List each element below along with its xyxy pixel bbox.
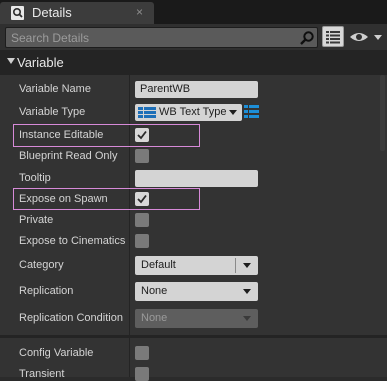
eye-icon[interactable] (349, 28, 383, 46)
variable-type-dropdown[interactable]: WB Text Type (135, 104, 242, 121)
variable-type-value: WB Text Type (159, 106, 227, 118)
checkmark-icon (137, 194, 147, 204)
category-dropdown[interactable]: Default (135, 256, 258, 275)
expand-arrow-icon (7, 58, 15, 64)
label-replication: Replication (19, 285, 74, 297)
label-blueprint-read-only: Blueprint Read Only (19, 150, 118, 162)
blueprint-read-only-checkbox[interactable] (135, 149, 149, 163)
expose-on-spawn-checkbox[interactable] (135, 192, 149, 206)
expose-to-cinematics-checkbox[interactable] (135, 234, 149, 248)
search-input[interactable]: Search Details (5, 27, 318, 48)
tab-bar: Details × (0, 0, 387, 24)
category-header-variable[interactable]: Variable (0, 50, 387, 75)
combo-separator (235, 258, 236, 273)
replication-condition-dropdown: None (135, 309, 258, 328)
label-expose-on-spawn: Expose on Spawn (19, 193, 108, 205)
config-variable-checkbox[interactable] (135, 346, 149, 360)
category-title: Variable (17, 55, 64, 70)
label-private: Private (19, 214, 54, 226)
chevron-down-icon (243, 289, 251, 294)
scrollbar[interactable] (380, 75, 385, 151)
tab-title: Details (32, 5, 72, 20)
close-icon[interactable]: × (136, 5, 143, 19)
label-variable-type: Variable Type (19, 106, 86, 118)
label-transient: Transient (19, 368, 65, 380)
tooltip-field[interactable] (135, 170, 258, 187)
struct-type-icon (138, 107, 156, 118)
transient-checkbox[interactable] (135, 367, 149, 381)
search-bar: Search Details (0, 24, 387, 50)
chevron-down-icon (229, 110, 237, 115)
chevron-down-icon (243, 316, 251, 321)
view-options-button[interactable] (322, 26, 344, 47)
variable-name-field[interactable]: ParentWB (135, 81, 258, 98)
search-placeholder: Search Details (11, 31, 90, 45)
category-value: Default (141, 259, 176, 271)
label-config-variable: Config Variable (19, 347, 94, 359)
private-checkbox[interactable] (135, 213, 149, 227)
instance-editable-checkbox[interactable] (135, 128, 149, 142)
label-expose-to-cinematics: Expose to Cinematics (19, 235, 126, 247)
replication-condition-value: None (141, 312, 168, 324)
label-variable-name: Variable Name (19, 83, 91, 95)
label-tooltip: Tooltip (19, 172, 51, 184)
label-replication-condition: Replication Condition (19, 312, 123, 324)
search-icon (300, 31, 314, 45)
tab-details[interactable]: Details × (0, 2, 154, 24)
checkmark-icon (137, 130, 147, 140)
list-view-icon (326, 31, 340, 44)
replication-value: None (141, 285, 168, 297)
label-instance-editable: Instance Editable (19, 129, 104, 141)
single-variable-icon[interactable] (244, 105, 259, 119)
details-magnifier-icon (11, 6, 24, 20)
column-splitter[interactable] (129, 75, 130, 377)
label-category: Category (19, 259, 64, 271)
chevron-down-icon (243, 263, 251, 268)
replication-dropdown[interactable]: None (135, 282, 258, 301)
